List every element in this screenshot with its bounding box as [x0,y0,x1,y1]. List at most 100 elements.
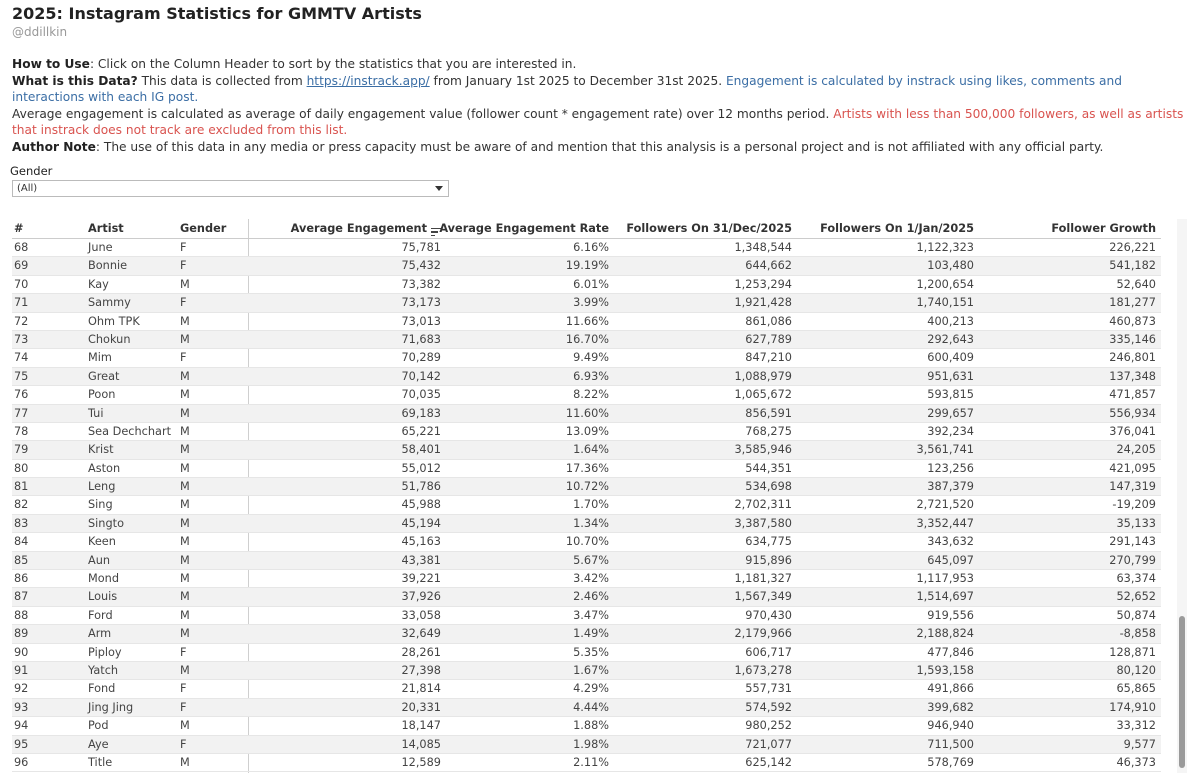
header-gender[interactable]: Gender [180,222,226,235]
table-row[interactable]: 77 Tui M 69,183 11.60% 856,591 299,657 556,934 [12,404,1161,423]
cell-gender: M [180,663,190,677]
table-row[interactable]: 95 Aye F 14,085 1.98% 721,077 711,500 9,577 [12,735,1161,754]
table-row[interactable]: 80 Aston M 55,012 17.36% 544,351 123,256 421,09… [12,460,1161,479]
table-row[interactable]: 69 Bonnie F 75,432 19.19% 644,662 103,480 541,1… [12,257,1161,276]
table-row[interactable]: 72 Ohm TPK M 73,013 11.66% 861,086 400,213 460,… [12,313,1161,331]
table-row[interactable]: 86 Mond M 39,221 3.42% 1,181,327 1,117,953 63,3… [12,570,1161,589]
header-engagement-rate[interactable]: Average Engagement Rate [439,222,609,235]
cell-followers-dec: 557,731 [745,682,792,696]
cell-engagement-rate: 1.34% [573,516,609,530]
cell-follower-growth: 246,801 [1109,351,1156,365]
cell-artist: Piploy [88,645,122,659]
cell-gender: M [180,424,190,438]
header-rank[interactable]: # [14,222,23,235]
description-block: How to Use: Click on the Column Header t… [12,56,1194,155]
cell-followers-jan: 2,721,520 [916,498,975,512]
cell-gender: F [180,351,187,365]
table-row[interactable]: 81 Leng M 51,786 10.72% 534,698 387,379 147,319 [12,478,1161,497]
average-note-line: Average engagement is calculated as aver… [12,106,1194,139]
table-row[interactable]: 88 Ford M 33,058 3.47% 970,430 919,556 50,874 [12,607,1161,626]
cell-follower-growth: 24,205 [1116,443,1156,457]
cell-engagement-rate: 8.22% [573,388,609,402]
table-row[interactable]: 84 Keen M 45,163 10.70% 634,775 343,632 291,143 [12,533,1161,552]
cell-engagement-rate: 1.64% [573,443,609,457]
cell-followers-dec: 1,253,294 [734,277,793,291]
cell-artist: Jing Jing [88,700,134,714]
table-row[interactable]: 78 Sea Dechchart M 65,221 13.09% 768,275 392,2… [12,423,1161,442]
table-row[interactable]: 94 Pod M 18,147 1.88% 980,252 946,940 33,312 [12,717,1161,736]
table-row[interactable]: 93 Jing Jing F 20,331 4.44% 574,592 399,682 174… [12,698,1161,718]
cell-rank: 88 [14,608,29,622]
table-row[interactable]: 76 Poon M 70,035 8.22% 1,065,672 593,815 471,85… [12,386,1161,405]
cell-followers-jan: 1,122,323 [916,241,975,254]
header-follower-growth[interactable]: Follower Growth [1051,222,1156,235]
vertical-scrollbar[interactable] [1177,219,1187,773]
cell-followers-jan: 392,234 [927,424,974,438]
table-row[interactable]: 82 Sing M 45,988 1.70% 2,702,311 2,721,520 -19,… [12,496,1161,515]
cell-gender: M [180,498,190,512]
cell-followers-jan: 123,256 [927,461,974,475]
scrollbar-thumb[interactable] [1179,616,1185,768]
cell-rank: 83 [14,516,29,530]
cell-gender: F [180,296,187,310]
cell-artist: Aye [88,737,109,751]
chevron-down-icon[interactable] [435,186,443,191]
cell-followers-jan: 1,593,158 [916,663,975,677]
cell-artist: Fond [88,682,116,696]
cell-average-engagement: 12,589 [401,755,441,769]
cell-average-engagement: 70,289 [401,351,441,365]
header-average-engagement[interactable]: Average Engagement [291,222,441,236]
table-row[interactable]: 71 Sammy F 73,173 3.99% 1,921,428 1,740,151 181… [12,294,1161,313]
table-row[interactable]: 70 Kay M 73,382 6.01% 1,253,294 1,200,654 52,64… [12,276,1161,295]
cell-artist: Ohm TPK [88,314,140,328]
header-artist[interactable]: Artist [88,222,124,235]
cell-gender: M [180,332,190,346]
table-row[interactable]: 68 June F 75,781 6.16% 1,348,544 1,122,323 226,… [12,239,1161,258]
table-row[interactable]: 90 Piploy F 28,261 5.35% 606,717 477,846 128,87… [12,644,1161,662]
table-row[interactable]: 87 Louis M 37,926 2.46% 1,567,349 1,514,697 52,… [12,588,1161,607]
cell-followers-jan: 578,769 [927,755,974,769]
cell-followers-dec: 970,430 [745,608,792,622]
author-note-text: : The use of this data in any media or p… [95,139,1104,154]
gender-filter-dropdown[interactable]: (All) [12,180,449,197]
table-row[interactable]: 91 Yatch M 27,398 1.67% 1,673,278 1,593,158 80,… [12,661,1161,681]
cell-engagement-rate: 3.99% [573,296,609,310]
header-followers-dec[interactable]: Followers On 31/Dec/2025 [626,222,792,235]
table-row[interactable]: 92 Fond F 21,814 4.29% 557,731 491,866 65,865 [12,680,1161,699]
cell-follower-growth: 291,143 [1109,535,1156,549]
cell-average-engagement: 33,058 [401,608,441,622]
cell-followers-jan: 2,188,824 [916,627,975,641]
cell-follower-growth: 63,374 [1116,572,1156,586]
cell-followers-jan: 387,379 [927,480,974,494]
instrack-link[interactable]: https://instrack.app/ [307,74,430,88]
table-row[interactable]: 79 Krist M 58,401 1.64% 3,585,946 3,561,741 24,… [12,441,1161,460]
page-title: 2025: Instagram Statistics for GMMTV Art… [12,4,422,23]
cell-artist: Chokun [88,332,131,346]
gender-filter-label: Gender [10,164,53,178]
cell-engagement-rate: 17.36% [565,461,609,475]
cell-artist: Mim [88,351,112,365]
cell-followers-dec: 856,591 [745,406,792,420]
cell-followers-dec: 915,896 [745,553,792,567]
cell-followers-jan: 645,097 [927,553,974,567]
cell-follower-growth: 50,874 [1116,608,1156,622]
cell-engagement-rate: 1.88% [573,719,609,733]
table-row[interactable]: 74 Mim F 70,289 9.49% 847,210 600,409 246,801 [12,349,1161,368]
cell-engagement-rate: 1.67% [573,663,609,677]
header-followers-jan[interactable]: Followers On 1/Jan/2025 [820,222,974,235]
table-row[interactable]: 89 Arm M 32,649 1.49% 2,179,966 2,188,824 -8,85… [12,625,1161,644]
cell-followers-jan: 951,631 [927,369,974,383]
cell-followers-jan: 1,200,654 [916,277,975,291]
table-row[interactable]: 83 Singto M 45,194 1.34% 3,387,580 3,352,447 35… [12,514,1161,534]
cell-followers-dec: 768,275 [745,424,792,438]
table-row[interactable]: 73 Chokun M 71,683 16.70% 627,789 292,643 335,1… [12,330,1161,350]
cell-artist: Tui [88,406,104,420]
cell-followers-jan: 919,556 [927,608,974,622]
cell-rank: 81 [14,480,29,494]
table-row[interactable]: 85 Aun M 43,381 5.67% 915,896 645,097 270,799 [12,551,1161,571]
cell-followers-dec: 627,789 [745,332,792,346]
table-row[interactable]: 96 Title M 12,589 2.11% 625,142 578,769 46,373 [12,754,1161,773]
cell-engagement-rate: 9.49% [573,351,609,365]
cell-gender: F [180,241,187,254]
table-row[interactable]: 75 Great M 70,142 6.93% 1,088,979 951,631 137,3… [12,367,1161,387]
